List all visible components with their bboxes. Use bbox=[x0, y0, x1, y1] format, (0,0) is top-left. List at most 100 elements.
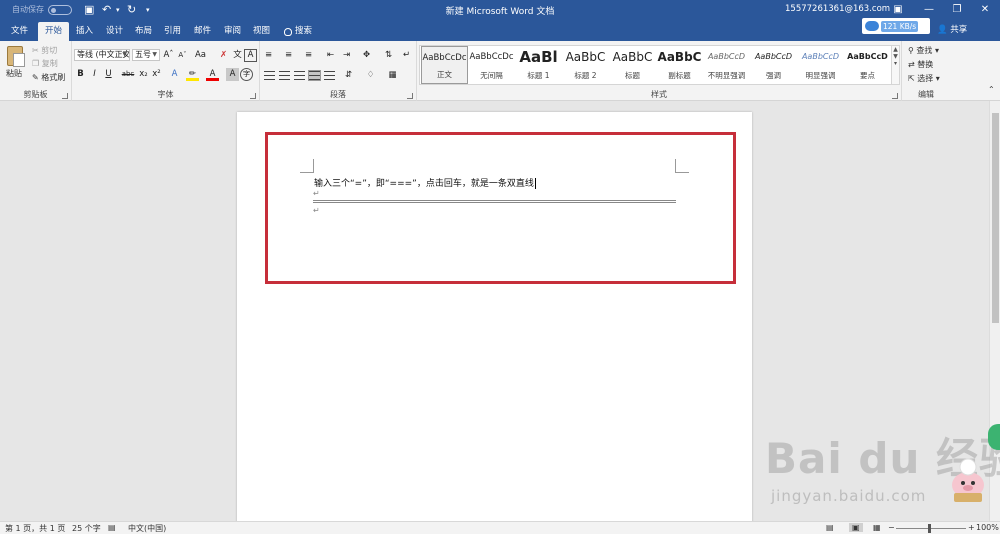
copy-button[interactable]: ❐ 复制 bbox=[32, 58, 58, 69]
zoom-out-icon[interactable]: − bbox=[888, 523, 895, 532]
clear-formatting-icon[interactable]: ✗ bbox=[217, 49, 230, 62]
style-title[interactable]: AaBbC 标题 bbox=[609, 46, 656, 84]
style-no-spacing[interactable]: AaBbCcDc 无间隔 bbox=[468, 46, 515, 84]
highlight-icon[interactable]: ✏ bbox=[186, 68, 199, 81]
align-left-icon[interactable] bbox=[264, 71, 275, 80]
scrollbar-thumb[interactable] bbox=[992, 113, 999, 323]
enclose-characters-icon[interactable]: 字 bbox=[240, 68, 253, 81]
style-sample: AaBbC bbox=[657, 50, 702, 64]
select-button[interactable]: ⇱ 选择 ▾ bbox=[908, 73, 940, 84]
subscript-icon[interactable]: x₂ bbox=[137, 68, 150, 81]
tab-review[interactable]: 审阅 bbox=[217, 22, 248, 41]
paste-icon[interactable] bbox=[7, 46, 25, 67]
distributed-icon[interactable] bbox=[324, 71, 335, 80]
clipboard-launcher-icon[interactable] bbox=[62, 93, 68, 99]
bullets-icon[interactable]: ≡ bbox=[262, 49, 275, 62]
underline-icon[interactable]: U bbox=[102, 68, 115, 81]
style-emphasis[interactable]: AaBbCcD 强调 bbox=[750, 46, 797, 84]
superscript-icon[interactable]: x² bbox=[150, 68, 163, 81]
tab-search[interactable]: 搜索 bbox=[277, 22, 319, 41]
borders-icon[interactable]: ▦ bbox=[386, 69, 399, 82]
tab-references[interactable]: 引用 bbox=[157, 22, 188, 41]
web-layout-icon[interactable]: ▦ bbox=[873, 523, 881, 532]
find-button[interactable]: ⚲ 查找 ▾ bbox=[908, 45, 939, 56]
style-name: 标题 2 bbox=[574, 71, 597, 80]
ribbon-display-icon[interactable]: ▣ bbox=[885, 2, 911, 18]
gallery-scroll[interactable]: ▲ ▼ ▾ bbox=[891, 45, 900, 85]
tab-layout[interactable]: 布局 bbox=[128, 22, 159, 41]
zoom-slider[interactable] bbox=[896, 528, 966, 529]
style-sample: AaBbC bbox=[565, 50, 606, 64]
font-name-select[interactable]: 等线 (中文正文) ▼ bbox=[74, 49, 130, 61]
sort-icon[interactable]: ⇅ bbox=[382, 49, 395, 62]
numbering-icon[interactable]: ≡ bbox=[282, 49, 295, 62]
styles-launcher-icon[interactable] bbox=[892, 93, 898, 99]
style-sample: AaBbCcDc bbox=[469, 52, 514, 62]
style-intense-emphasis[interactable]: AaBbCcD 明显强调 bbox=[797, 46, 844, 84]
lightbulb-icon bbox=[284, 27, 292, 36]
character-shading-icon[interactable]: A bbox=[226, 68, 239, 81]
change-case-icon[interactable]: Aa bbox=[194, 49, 207, 62]
style-strong[interactable]: AaBbCcD 要点 bbox=[844, 46, 891, 84]
font-color-icon[interactable]: A bbox=[206, 68, 219, 81]
text-effects-icon[interactable]: A bbox=[168, 68, 181, 81]
tab-file[interactable]: 文件 bbox=[4, 22, 35, 41]
strikethrough-icon[interactable]: abc bbox=[120, 68, 136, 81]
character-border-icon[interactable]: A bbox=[244, 49, 257, 62]
paragraph-launcher-icon[interactable] bbox=[407, 93, 413, 99]
font-size-select[interactable]: 五号 ▼ bbox=[132, 49, 160, 61]
style-subtitle[interactable]: AaBbC 副标题 bbox=[656, 46, 703, 84]
collapse-ribbon-icon[interactable]: ⌃ bbox=[988, 85, 995, 94]
zoom-slider-thumb[interactable] bbox=[928, 524, 931, 533]
format-painter-button[interactable]: ✎ 格式刷 bbox=[32, 72, 65, 83]
style-name: 正文 bbox=[437, 70, 452, 79]
style-subtle-emphasis[interactable]: AaBbCcD 不明显强调 bbox=[703, 46, 750, 84]
italic-icon[interactable]: I bbox=[88, 68, 101, 81]
editing-group-label: 编辑 bbox=[918, 90, 934, 99]
net-speed-widget[interactable]: 121 KB/s bbox=[862, 18, 930, 34]
style-heading-2[interactable]: AaBbC 标题 2 bbox=[562, 46, 609, 84]
justify-icon[interactable] bbox=[308, 70, 321, 81]
multilevel-list-icon[interactable]: ≡ bbox=[302, 49, 315, 62]
paste-button[interactable]: 粘贴 bbox=[6, 68, 22, 79]
read-mode-icon[interactable]: ▤ bbox=[826, 523, 834, 532]
grow-font-icon[interactable]: Aˆ bbox=[162, 49, 175, 62]
print-layout-icon[interactable]: ▣ bbox=[849, 523, 863, 532]
side-badge-icon[interactable] bbox=[988, 424, 1000, 450]
style-normal[interactable]: AaBbCcDc 正文 bbox=[421, 46, 468, 84]
close-icon[interactable]: ✕ bbox=[972, 2, 998, 18]
font-launcher-icon[interactable] bbox=[250, 93, 256, 99]
align-center-icon[interactable] bbox=[279, 71, 290, 80]
shrink-font-icon[interactable]: Aˇ bbox=[176, 49, 189, 62]
share-button[interactable]: 👤 共享 bbox=[937, 23, 967, 35]
phonetic-guide-icon[interactable]: 文 bbox=[231, 49, 244, 62]
tab-design[interactable]: 设计 bbox=[99, 22, 130, 41]
bold-icon[interactable]: B bbox=[74, 68, 87, 81]
line-spacing-icon[interactable]: ⇵ bbox=[342, 69, 355, 82]
tab-insert[interactable]: 插入 bbox=[69, 22, 100, 41]
minimize-icon[interactable]: — bbox=[916, 2, 942, 18]
page-count[interactable]: 第 1 页，共 1 页 bbox=[5, 523, 65, 534]
proofing-icon[interactable]: ▤ bbox=[108, 523, 116, 532]
decrease-indent-icon[interactable]: ⇤ bbox=[324, 49, 337, 62]
replace-button[interactable]: ⇄ 替换 bbox=[908, 59, 933, 70]
show-marks-icon[interactable]: ↵ bbox=[400, 49, 413, 62]
select-label: 选择 bbox=[917, 74, 934, 83]
tab-home[interactable]: 开始 bbox=[38, 22, 70, 41]
zoom-in-icon[interactable]: + bbox=[968, 523, 975, 532]
chinese-layout-icon[interactable]: ✥ bbox=[360, 49, 373, 62]
style-sample: AaBbCcD bbox=[847, 52, 888, 61]
language-indicator[interactable]: 中文(中国) bbox=[128, 523, 166, 534]
tab-view[interactable]: 视图 bbox=[246, 22, 277, 41]
shading-icon[interactable]: ♢ bbox=[364, 69, 377, 82]
title-bar: 自动保存 ▣ ↶ ▾ ↻ ▾ 新建 Microsoft Word 文档 1557… bbox=[0, 0, 1000, 20]
tab-mailings[interactable]: 邮件 bbox=[187, 22, 218, 41]
cut-button[interactable]: ✂ 剪切 bbox=[32, 45, 57, 56]
increase-indent-icon[interactable]: ⇥ bbox=[340, 49, 353, 62]
word-count[interactable]: 25 个字 bbox=[72, 523, 101, 534]
account-name[interactable]: 15577261361@163.com bbox=[785, 4, 890, 14]
zoom-level[interactable]: 100% bbox=[976, 523, 999, 532]
align-right-icon[interactable] bbox=[294, 71, 305, 80]
restore-icon[interactable]: ❐ bbox=[944, 2, 970, 18]
style-heading-1[interactable]: AaBl 标题 1 bbox=[515, 46, 562, 84]
